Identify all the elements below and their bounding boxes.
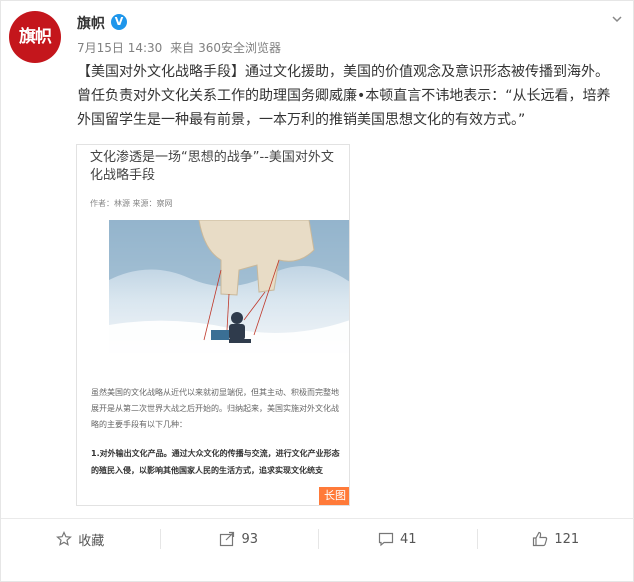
avatar[interactable]: 旗帜 xyxy=(9,11,61,63)
repost-count: 93 xyxy=(241,531,259,547)
favorite-label: 收藏 xyxy=(78,533,105,549)
puppet-hand-image xyxy=(109,220,349,353)
action-bar: 收藏 93 41 121 xyxy=(1,518,634,559)
source-prefix: 来自 xyxy=(170,41,195,55)
comment-icon xyxy=(378,532,394,547)
avatar-logo: 旗帜 xyxy=(19,27,52,47)
post-topic-tag: 【美国对外文化战略手段】 xyxy=(77,64,245,80)
article-long-image[interactable]: 文化渗透是一场“思想的战争”--美国对外文化战略手段 作者：林源 来源：察网 虽… xyxy=(76,144,350,506)
article-byline: 作者：林源 来源：察网 xyxy=(90,199,173,208)
chevron-down-icon[interactable] xyxy=(611,13,623,25)
like-count: 121 xyxy=(554,531,580,547)
username[interactable]: 旗帜 xyxy=(77,13,105,33)
favorite-button[interactable]: 收藏 xyxy=(1,519,160,559)
repost-button[interactable]: 93 xyxy=(159,519,319,559)
post-date[interactable]: 7月15日 14:30 xyxy=(77,41,162,55)
thumbs-up-icon xyxy=(533,531,548,547)
article-title: 文化渗透是一场“思想的战争”--美国对外文化战略手段 xyxy=(90,150,334,183)
post-meta: 7月15日 14:30 来自 360安全浏览器 xyxy=(77,39,285,56)
post-source[interactable]: 360安全浏览器 xyxy=(198,41,281,55)
long-image-badge: 长图 xyxy=(319,487,349,505)
article-point: 1.对外输出文化产品。通过大众文化的传播与交流，进行文化产业形态的殖民入侵，以影… xyxy=(91,449,340,475)
weibo-post-card: 旗帜 旗帜 V 7月15日 14:30 来自 360安全浏览器 【美国对外文化战略… xyxy=(0,0,634,582)
like-button[interactable]: 121 xyxy=(476,519,634,559)
star-icon xyxy=(56,531,73,546)
comment-button[interactable]: 41 xyxy=(318,519,477,559)
repost-icon xyxy=(220,531,235,547)
verified-badge-icon: V xyxy=(111,14,127,30)
post-text: 【美国对外文化战略手段】通过文化援助，美国的价值观念及意识形态被传播到海外。曾任… xyxy=(77,60,617,132)
puppet-illustration xyxy=(109,220,349,353)
article-paragraph: 虽然美国的文化战略从近代以来就初显端倪，但其主动、积极而完整地展开是从第二次世界… xyxy=(91,388,339,429)
comment-count: 41 xyxy=(399,531,417,547)
